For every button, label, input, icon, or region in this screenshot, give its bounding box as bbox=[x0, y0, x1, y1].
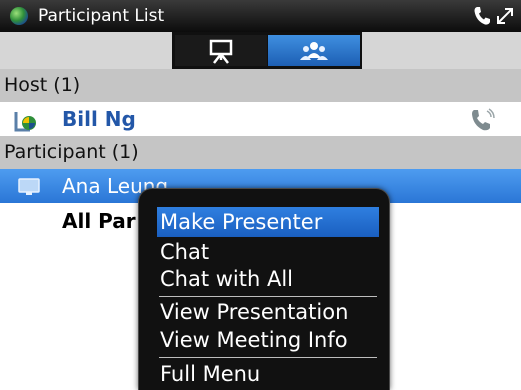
participant-section-header: Participant (1) bbox=[0, 136, 521, 169]
desktop-monitor-icon bbox=[18, 178, 40, 200]
host-avatar-icon bbox=[14, 110, 38, 136]
menu-item-chat[interactable]: Chat bbox=[157, 237, 379, 267]
window-title: Participant List bbox=[38, 6, 165, 26]
presentation-view-tab[interactable] bbox=[175, 35, 267, 66]
menu-item-view-presentation[interactable]: View Presentation bbox=[157, 297, 379, 327]
view-toggle bbox=[172, 32, 362, 69]
menu-divider bbox=[159, 357, 377, 358]
menu-item-view-meeting-info[interactable]: View Meeting Info bbox=[157, 325, 379, 355]
phone-audio-icon bbox=[470, 108, 496, 136]
context-menu: Make Presenter Chat Chat with All View P… bbox=[138, 188, 390, 390]
participants-view-tab[interactable] bbox=[268, 35, 360, 66]
host-name: Bill Ng bbox=[62, 107, 136, 131]
view-toggle-bar bbox=[0, 32, 521, 69]
title-bar: Participant List bbox=[0, 0, 521, 32]
menu-item-chat-with-all[interactable]: Chat with All bbox=[157, 264, 379, 294]
menu-item-full-menu[interactable]: Full Menu bbox=[157, 359, 379, 389]
presentation-board-icon bbox=[209, 39, 233, 64]
host-section-header: Host (1) bbox=[0, 69, 521, 102]
host-section-label: Host (1) bbox=[4, 74, 81, 96]
participants-icon bbox=[300, 41, 328, 60]
all-participants-label: All Par bbox=[62, 209, 136, 233]
globe-app-icon bbox=[10, 7, 28, 25]
participant-section-label: Participant (1) bbox=[4, 141, 139, 163]
menu-item-make-presenter[interactable]: Make Presenter bbox=[157, 207, 379, 237]
phone-call-icon bbox=[473, 6, 491, 30]
expand-arrows-icon[interactable] bbox=[496, 7, 514, 29]
host-row[interactable]: Bill Ng bbox=[0, 102, 521, 136]
